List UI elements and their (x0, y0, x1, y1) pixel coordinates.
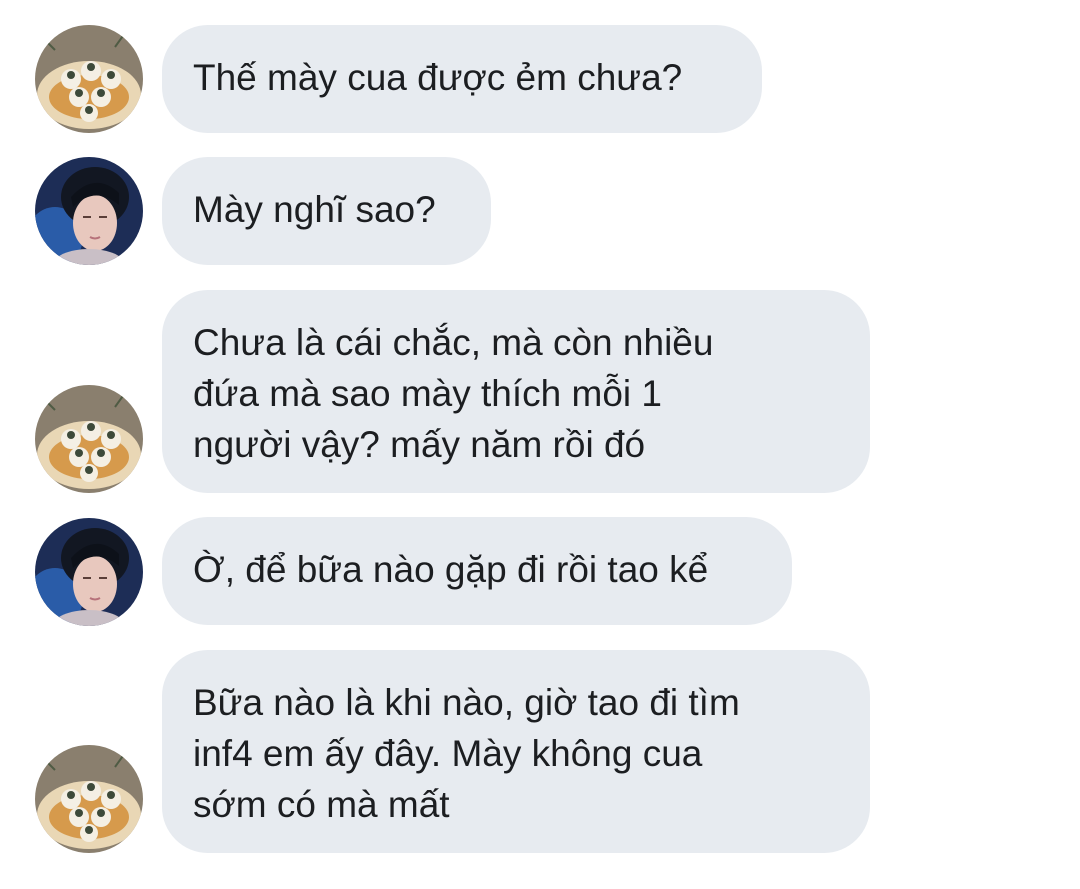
boy-portrait-avatar[interactable] (35, 157, 143, 265)
message-bubble[interactable]: Mày nghĩ sao? (162, 157, 491, 265)
message-bubble[interactable]: Thế mày cua được ẻm chưa? (162, 25, 762, 133)
message-bubble[interactable]: Bữa nào là khi nào, giờ tao đi tìm inf4 … (162, 650, 870, 853)
message-bubble[interactable]: Chưa là cái chắc, mà còn nhiều đứa mà sa… (162, 290, 870, 493)
message-bubble[interactable]: Ờ, để bữa nào gặp đi rồi tao kể (162, 517, 792, 625)
chat-thread: Thế mày cua được ẻm chưa? Mày nghĩ sao? (0, 0, 1080, 889)
dessert-avatar[interactable] (35, 385, 143, 493)
boy-portrait-avatar[interactable] (35, 518, 143, 626)
dessert-avatar[interactable] (35, 25, 143, 133)
dessert-avatar[interactable] (35, 745, 143, 853)
